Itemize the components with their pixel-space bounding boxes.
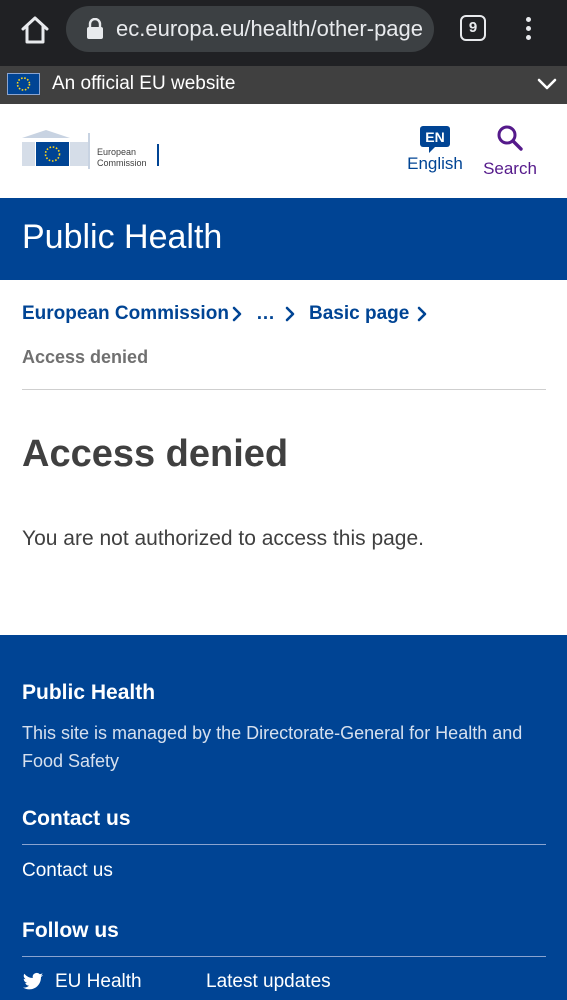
- language-code-badge: EN: [420, 126, 450, 153]
- footer-follow-heading: Follow us: [22, 919, 119, 942]
- footer-site-title[interactable]: Public Health: [22, 681, 155, 705]
- home-icon[interactable]: [18, 13, 52, 47]
- site-title[interactable]: Public Health: [22, 218, 222, 257]
- chevron-right-icon: [232, 306, 242, 322]
- language-selector[interactable]: EN English: [404, 126, 466, 174]
- footer-description: This site is managed by the Directorate-…: [22, 723, 523, 771]
- breadcrumb-link-european-commission[interactable]: European Commission: [22, 303, 229, 325]
- lock-icon: [87, 18, 103, 39]
- chevron-right-icon: [417, 306, 427, 322]
- search-icon: [497, 125, 523, 151]
- footer-contact-heading: Contact us: [22, 807, 131, 830]
- twitter-icon: [22, 972, 44, 990]
- breadcrumb-ellipsis[interactable]: …: [256, 303, 275, 325]
- site-banner: Public Health: [0, 198, 567, 280]
- page-title: Access denied: [22, 433, 289, 475]
- menu-icon[interactable]: [518, 14, 538, 44]
- browser-toolbar: ec.europa.eu/health/other-page 9: [0, 0, 567, 66]
- tabs-icon[interactable]: 9: [460, 15, 486, 41]
- divider: [22, 389, 546, 390]
- url-text: ec.europa.eu/health/other-page: [116, 16, 424, 41]
- footer-contact-link[interactable]: Contact us: [22, 860, 113, 882]
- official-eu-text: An official EU website: [52, 73, 236, 94]
- search-label: Search: [483, 159, 537, 178]
- european-commission-logo[interactable]: European Commission: [22, 130, 162, 174]
- logo-text-line-1: European: [97, 147, 137, 157]
- eu-flag-icon: [7, 73, 40, 95]
- breadcrumb-current: Access denied: [22, 347, 149, 367]
- access-denied-message: You are not authorized to access this pa…: [22, 527, 424, 550]
- site-header: European Commission EN English Search: [0, 104, 567, 198]
- footer-divider: [22, 956, 546, 957]
- address-bar[interactable]: ec.europa.eu/health/other-page: [66, 6, 434, 52]
- logo-text-line-2: Commission: [97, 158, 147, 168]
- official-eu-bar[interactable]: An official EU website: [0, 66, 567, 104]
- breadcrumb-link-basic-page[interactable]: Basic page: [309, 303, 409, 325]
- site-footer: Public Health This site is managed by th…: [0, 635, 567, 1000]
- chevron-right-icon: [285, 306, 295, 322]
- chevron-down-icon[interactable]: [537, 75, 557, 93]
- language-label: English: [407, 154, 463, 173]
- footer-social-eu-health[interactable]: EU Health: [55, 971, 142, 993]
- footer-social-latest-updates[interactable]: Latest updates: [206, 971, 331, 993]
- footer-divider: [22, 844, 546, 845]
- search-button[interactable]: Search: [478, 124, 542, 179]
